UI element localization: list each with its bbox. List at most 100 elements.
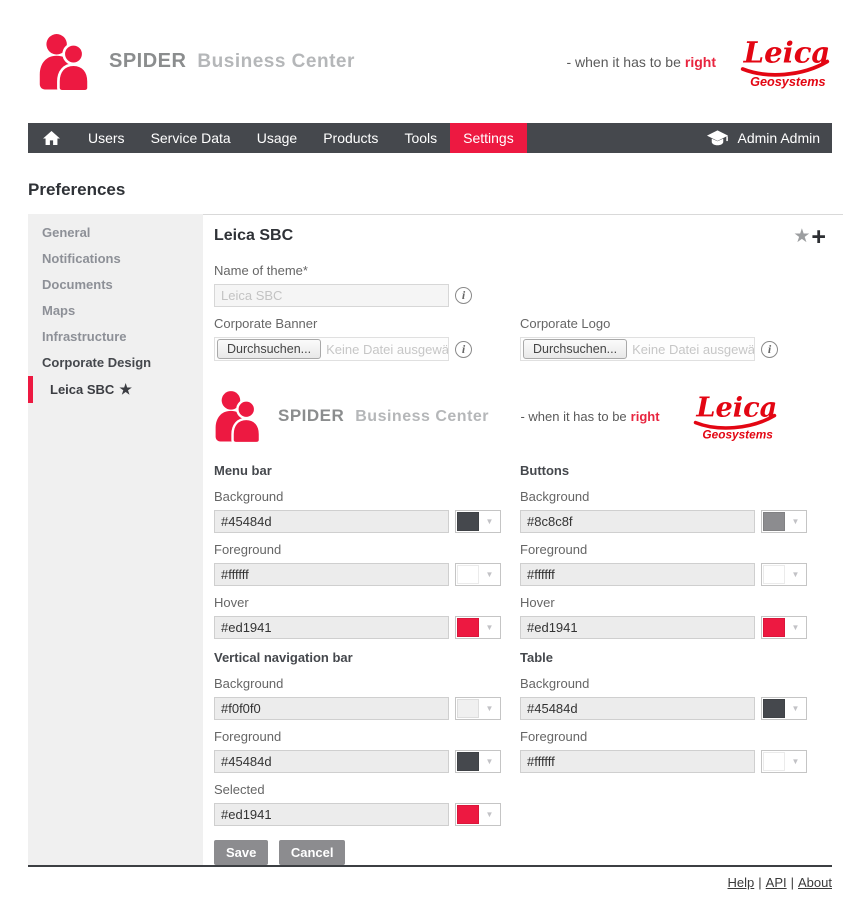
field-label: Selected: [214, 782, 520, 798]
name-of-theme-label: Name of theme*: [214, 263, 826, 279]
home-icon: [42, 130, 61, 146]
brand-name: SPIDER: [109, 50, 186, 72]
color-picker-dropdown[interactable]: ▼: [455, 803, 501, 826]
field-label: Background: [520, 489, 826, 505]
section-buttons: Buttons Background ▼ Foreground ▼: [520, 463, 826, 648]
section-table: Table Background ▼ Foreground ▼: [520, 650, 826, 835]
favorite-toggle-icon[interactable]: ★: [793, 227, 810, 247]
nav-item-products[interactable]: Products: [310, 123, 391, 153]
color-swatch: [457, 618, 479, 637]
color-picker-dropdown[interactable]: ▼: [761, 563, 807, 586]
name-of-theme-input[interactable]: [214, 284, 449, 307]
section-title: Buttons: [520, 463, 826, 479]
add-theme-icon[interactable]: +: [811, 227, 826, 247]
user-menu[interactable]: Admin Admin: [694, 123, 832, 153]
field-label: Background: [214, 489, 520, 505]
svg-text:Geosystems: Geosystems: [702, 427, 773, 441]
brand-name: SPIDER: [278, 406, 344, 425]
cancel-button[interactable]: Cancel: [279, 840, 346, 865]
header-right: - when it has to beright Leica Geosystem…: [566, 35, 832, 89]
svg-text:Leica: Leica: [743, 35, 831, 69]
corporate-logo-file-input[interactable]: Durchsuchen... Keine Datei ausgewä: [520, 337, 755, 361]
field-label: Background: [520, 676, 826, 692]
brand-text: SPIDER Business Center: [278, 406, 489, 426]
sidebar-item-maps[interactable]: Maps: [28, 298, 203, 324]
vnav-background-input[interactable]: [214, 697, 449, 720]
main-navbar: Users Service Data Usage Products Tools …: [28, 123, 832, 153]
section-title: Table: [520, 650, 826, 666]
color-picker-dropdown[interactable]: ▼: [455, 697, 501, 720]
color-swatch: [763, 699, 785, 718]
file-status-text: Keine Datei ausgewä: [326, 342, 448, 357]
corporate-logo-label: Corporate Logo: [520, 316, 826, 332]
buttons-hover-input[interactable]: [520, 616, 755, 639]
theme-editor: Leica SBC ★ + Name of theme* i Corporate…: [203, 214, 843, 865]
sidebar-item-infrastructure[interactable]: Infrastructure: [28, 324, 203, 350]
field-label: Background: [214, 676, 520, 692]
chevron-down-icon: ▼: [785, 517, 806, 526]
sidebar-item-general[interactable]: General: [28, 220, 203, 246]
vnav-selected-input[interactable]: [214, 803, 449, 826]
nav-item-users[interactable]: Users: [75, 123, 138, 153]
nav-item-tools[interactable]: Tools: [391, 123, 450, 153]
color-swatch: [457, 565, 479, 584]
save-button[interactable]: Save: [214, 840, 268, 865]
table-background-input[interactable]: [520, 697, 755, 720]
corporate-banner-file-input[interactable]: Durchsuchen... Keine Datei ausgewä: [214, 337, 449, 361]
sidebar-item-notifications[interactable]: Notifications: [28, 246, 203, 272]
brand-suffix: Business Center: [197, 51, 354, 72]
field-label: Foreground: [214, 542, 520, 558]
section-vertical-nav: Vertical navigation bar Background ▼ For…: [214, 650, 520, 835]
info-icon[interactable]: i: [761, 341, 778, 358]
buttons-background-input[interactable]: [520, 510, 755, 533]
chevron-down-icon: ▼: [479, 570, 500, 579]
browse-button[interactable]: Durchsuchen...: [523, 339, 627, 359]
vnav-foreground-input[interactable]: [214, 750, 449, 773]
color-picker-dropdown[interactable]: ▼: [455, 510, 501, 533]
color-picker-dropdown[interactable]: ▼: [761, 750, 807, 773]
color-picker-dropdown[interactable]: ▼: [761, 510, 807, 533]
info-icon[interactable]: i: [455, 287, 472, 304]
home-nav-button[interactable]: [28, 123, 75, 153]
chevron-down-icon: ▼: [785, 757, 806, 766]
color-swatch: [763, 618, 785, 637]
color-swatch: [457, 805, 479, 824]
leica-tagline: - when it has to beright: [566, 54, 716, 70]
help-link[interactable]: Help: [728, 875, 755, 890]
api-link[interactable]: API: [766, 875, 787, 890]
color-picker-dropdown[interactable]: ▼: [761, 697, 807, 720]
color-picker-dropdown[interactable]: ▼: [761, 616, 807, 639]
info-icon[interactable]: i: [455, 341, 472, 358]
page-title: Preferences: [28, 180, 832, 200]
menubar-foreground-input[interactable]: [214, 563, 449, 586]
chevron-down-icon: ▼: [785, 570, 806, 579]
nav-item-service-data[interactable]: Service Data: [138, 123, 244, 153]
browse-button[interactable]: Durchsuchen...: [217, 339, 321, 359]
color-picker-dropdown[interactable]: ▼: [455, 616, 501, 639]
color-swatch: [457, 752, 479, 771]
spider-logo-icon: [214, 388, 264, 445]
color-swatch: [457, 699, 479, 718]
table-foreground-input[interactable]: [520, 750, 755, 773]
menubar-hover-input[interactable]: [214, 616, 449, 639]
svg-text:Geosystems: Geosystems: [750, 74, 825, 88]
color-picker-dropdown[interactable]: ▼: [455, 750, 501, 773]
color-swatch: [763, 565, 785, 584]
chevron-down-icon: ▼: [479, 757, 500, 766]
sidebar-item-documents[interactable]: Documents: [28, 272, 203, 298]
sidebar-item-corporate-design[interactable]: Corporate Design: [28, 350, 203, 376]
favorite-star-icon: ★: [119, 381, 132, 397]
app-header: SPIDER Business Center - when it has to …: [0, 0, 860, 123]
color-swatch: [763, 512, 785, 531]
buttons-foreground-input[interactable]: [520, 563, 755, 586]
color-swatch: [457, 512, 479, 531]
color-picker-dropdown[interactable]: ▼: [455, 563, 501, 586]
about-link[interactable]: About: [798, 875, 832, 890]
chevron-down-icon: ▼: [785, 623, 806, 632]
menubar-background-input[interactable]: [214, 510, 449, 533]
nav-item-settings[interactable]: Settings: [450, 123, 527, 153]
section-title: Vertical navigation bar: [214, 650, 520, 666]
sidebar-item-leica-sbc[interactable]: Leica SBC★: [28, 376, 203, 403]
nav-item-usage[interactable]: Usage: [244, 123, 310, 153]
brand-suffix: Business Center: [355, 408, 489, 425]
